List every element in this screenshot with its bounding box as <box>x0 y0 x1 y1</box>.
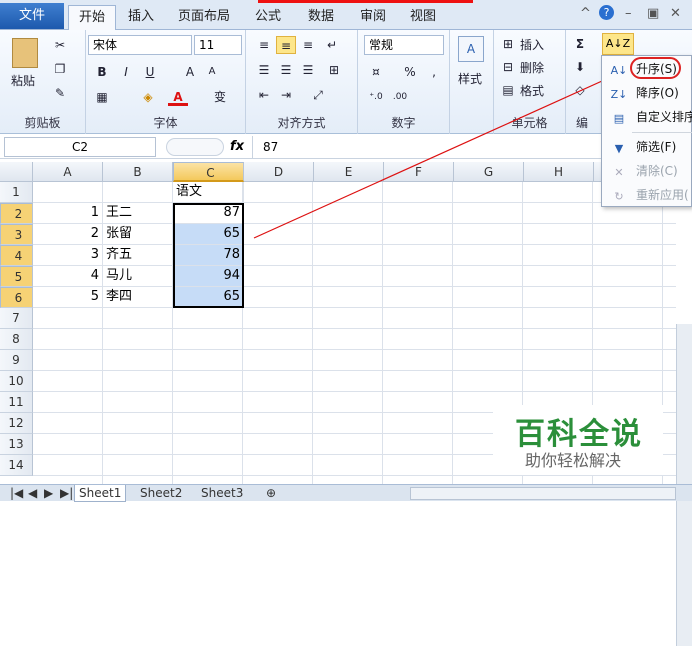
sort-descending-label: 降序(O) <box>636 86 679 100</box>
menu-item-sort-descending[interactable]: Z↓ 降序(O) <box>602 82 692 104</box>
menu-item-custom-sort[interactable]: ▤ 自定义排序 <box>602 106 692 128</box>
menu-item-filter[interactable]: ▼ 筛选(F) <box>602 136 692 158</box>
next-sheet-icon[interactable]: ▶ <box>40 485 57 502</box>
watermark: 百科全说 助你轻松解决 <box>493 405 663 475</box>
clear-filter-label: 清除(C) <box>636 164 678 178</box>
sheet-tab-2[interactable]: Sheet2 <box>136 485 186 502</box>
prev-sheet-icon[interactable]: ◀ <box>24 485 41 502</box>
sort-ascending-icon: A↓ <box>610 64 628 77</box>
sheet-tab-3[interactable]: Sheet3 <box>197 485 247 502</box>
menu-item-clear[interactable]: ✕ 清除(C) <box>602 160 692 182</box>
menu-item-reapply[interactable]: ↻ 重新应用( <box>602 184 692 206</box>
menu-divider <box>632 132 692 133</box>
custom-sort-label: 自定义排序 <box>636 110 692 124</box>
reapply-label: 重新应用( <box>636 188 689 202</box>
clear-filter-icon: ✕ <box>614 166 624 179</box>
horizontal-scrollbar[interactable] <box>410 487 676 500</box>
sheet-tab-bar: |◀ ◀ ▶ ▶| Sheet1 Sheet2 Sheet3 ⊕ <box>0 484 692 502</box>
sheet-tab-1[interactable]: Sheet1 <box>74 485 127 502</box>
custom-sort-icon: ▤ <box>613 112 625 125</box>
reapply-icon: ↻ <box>614 190 624 203</box>
watermark-subtitle: 助你轻松解决 <box>525 451 622 470</box>
annotation-circle <box>630 57 681 79</box>
filter-label: 筛选(F) <box>636 140 677 154</box>
filter-icon: ▼ <box>614 142 624 155</box>
insert-sheet-icon[interactable]: ⊕ <box>262 485 280 502</box>
sort-descending-icon: Z↓ <box>610 88 628 101</box>
